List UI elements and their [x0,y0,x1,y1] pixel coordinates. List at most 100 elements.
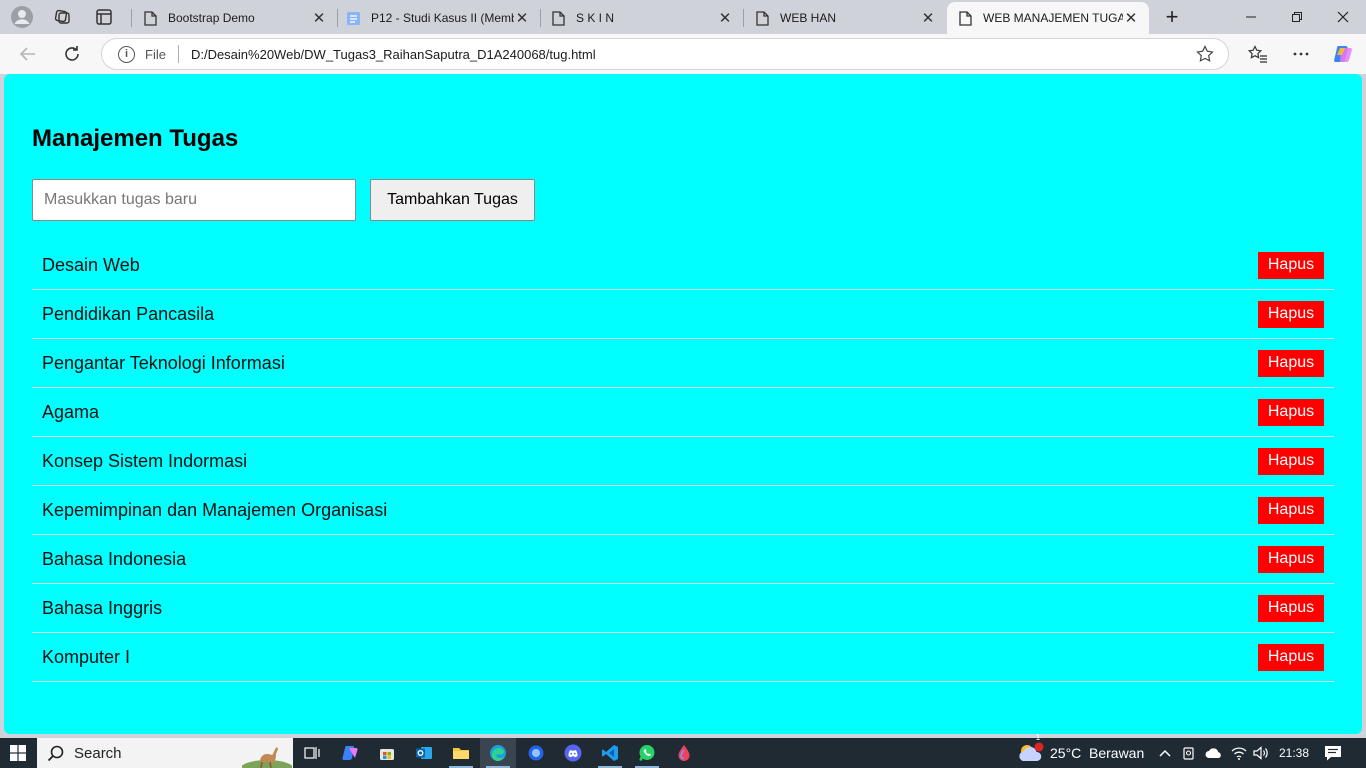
profile-avatar[interactable] [7,4,37,30]
add-task-form: Tambahkan Tugas [32,179,1334,221]
taskbar-discord[interactable] [555,738,591,768]
new-task-input[interactable] [32,179,356,221]
page-title: Manajemen Tugas [32,125,239,152]
search-highlight-illustration-icon [242,747,292,768]
search-icon [47,745,64,761]
doc-icon [345,10,361,26]
wifi-icon[interactable] [1229,738,1249,768]
taskbar-whatsapp[interactable] [629,738,665,768]
close-tab-icon[interactable]: ✕ [717,10,733,27]
tab-web-han[interactable]: WEB HAN ✕ [744,2,946,34]
discord-icon [564,744,582,762]
page-icon [957,10,973,26]
edge-icon [490,745,506,761]
copilot-app-icon [342,746,358,760]
close-tab-icon[interactable]: ✕ [920,10,936,27]
task-name: Komputer I [42,646,131,667]
favorites-button[interactable] [1243,39,1273,69]
tray-overflow-chevron-icon[interactable] [1156,738,1174,768]
page-icon [754,10,770,26]
vertical-tabs-button[interactable] [89,4,119,30]
delete-task-button[interactable]: Hapus [1258,300,1324,328]
weather-condition[interactable]: Berawan [1089,738,1144,768]
task-item: Bahasa Indonesia Hapus [32,535,1334,584]
task-item: Pendidikan Pancasila Hapus [32,290,1334,339]
taskbar-drop-app[interactable] [666,738,702,768]
url-text[interactable]: D:/Desain%20Web/DW_Tugas3_RaihanSaputra_… [191,47,1190,62]
task-name: Bahasa Inggris [42,597,163,618]
delete-task-button[interactable]: Hapus [1258,594,1324,622]
address-bar[interactable]: i File D:/Desain%20Web/DW_Tugas3_RaihanS… [101,38,1229,70]
task-name: Pengantar Teknologi Informasi [42,352,285,373]
close-tab-icon[interactable]: ✕ [1123,10,1139,27]
copilot-button[interactable] [1328,39,1358,69]
droplet-icon [678,745,690,761]
delete-task-button[interactable]: Hapus [1258,447,1324,475]
address-divider [177,45,179,63]
restore-button[interactable] [1274,0,1320,34]
scheme-label: File [145,46,166,62]
close-window-button[interactable] [1320,0,1366,34]
delete-task-button[interactable]: Hapus [1258,349,1324,377]
windows-logo-icon [10,745,26,761]
task-name: Agama [42,401,100,422]
taskbar-outlook[interactable] [406,738,442,768]
browser-app-icon [528,745,544,761]
delete-task-button[interactable]: Hapus [1258,496,1324,524]
task-name: Pendidikan Pancasila [42,303,215,324]
task-view-button[interactable] [294,738,330,768]
more-menu-button[interactable] [1286,39,1316,69]
profile-icon [11,6,33,28]
page-icon [142,10,158,26]
close-icon [1337,11,1349,23]
onedrive-cloud-icon[interactable] [1203,738,1225,768]
taskbar-copilot[interactable] [332,738,368,768]
taskbar-browser-app[interactable] [518,738,554,768]
browser-toolbar: i File D:/Desain%20Web/DW_Tugas3_RaihanS… [0,34,1366,74]
close-tab-icon[interactable]: ✕ [514,10,530,27]
favorites-list-icon [1248,45,1267,63]
workspaces-button[interactable] [47,4,77,30]
taskbar: Search 1 25°C Berawan 21:38 [0,733,1366,768]
page-icon [550,10,566,26]
site-info-icon[interactable]: i [118,45,135,63]
taskbar-vscode[interactable] [592,738,628,768]
task-item: Pengantar Teknologi Informasi Hapus [32,339,1334,388]
tab-bootstrap-demo[interactable]: Bootstrap Demo ✕ [132,2,337,34]
taskbar-edge[interactable] [480,738,516,768]
refresh-button[interactable] [57,39,87,69]
notification-center-icon[interactable] [1318,738,1348,768]
delete-task-button[interactable]: Hapus [1258,643,1324,671]
folder-icon [453,748,469,759]
back-arrow-icon [19,47,35,61]
task-item: Kepemimpinan dan Manajemen Organisasi Ha… [32,486,1334,535]
tab-web-manajemen-tugas[interactable]: WEB MANAJEMEN TUGAS ✕ [947,2,1149,34]
tab-studi-kasus[interactable]: P12 - Studi Kasus II (Memb ✕ [335,2,540,34]
tab-strip: Bootstrap Demo ✕ P12 - Studi Kasus II (M… [0,0,1366,34]
start-button[interactable] [0,738,36,768]
taskbar-search[interactable]: Search [37,738,293,768]
tab-title: P12 - Studi Kasus II (Memb [371,11,514,25]
task-list: Desain Web Hapus Pendidikan Pancasila Ha… [32,241,1334,682]
tab-skin[interactable]: S K I N ✕ [540,2,743,34]
taskbar-clock[interactable]: 21:38 [1279,738,1309,768]
add-task-button[interactable]: Tambahkan Tugas [370,179,535,221]
task-name: Bahasa Indonesia [42,548,187,569]
volume-icon[interactable] [1251,738,1271,768]
favorite-star-icon[interactable] [1190,45,1220,63]
new-tab-button[interactable]: + [1157,4,1187,30]
delete-task-button[interactable]: Hapus [1258,398,1324,426]
tab-title: S K I N [576,11,615,25]
copilot-icon [1334,46,1352,62]
back-button[interactable] [13,39,43,69]
task-item: Komputer I Hapus [32,633,1334,682]
meet-now-icon[interactable] [1180,738,1198,768]
minimize-button[interactable] [1228,0,1274,34]
delete-task-button[interactable]: Hapus [1258,251,1324,279]
weather-temperature[interactable]: 25°C [1050,738,1081,768]
workspaces-icon [54,9,70,24]
delete-task-button[interactable]: Hapus [1258,545,1324,573]
taskbar-store[interactable] [369,738,405,768]
close-tab-icon[interactable]: ✕ [311,10,327,27]
taskbar-file-explorer[interactable] [443,738,479,768]
